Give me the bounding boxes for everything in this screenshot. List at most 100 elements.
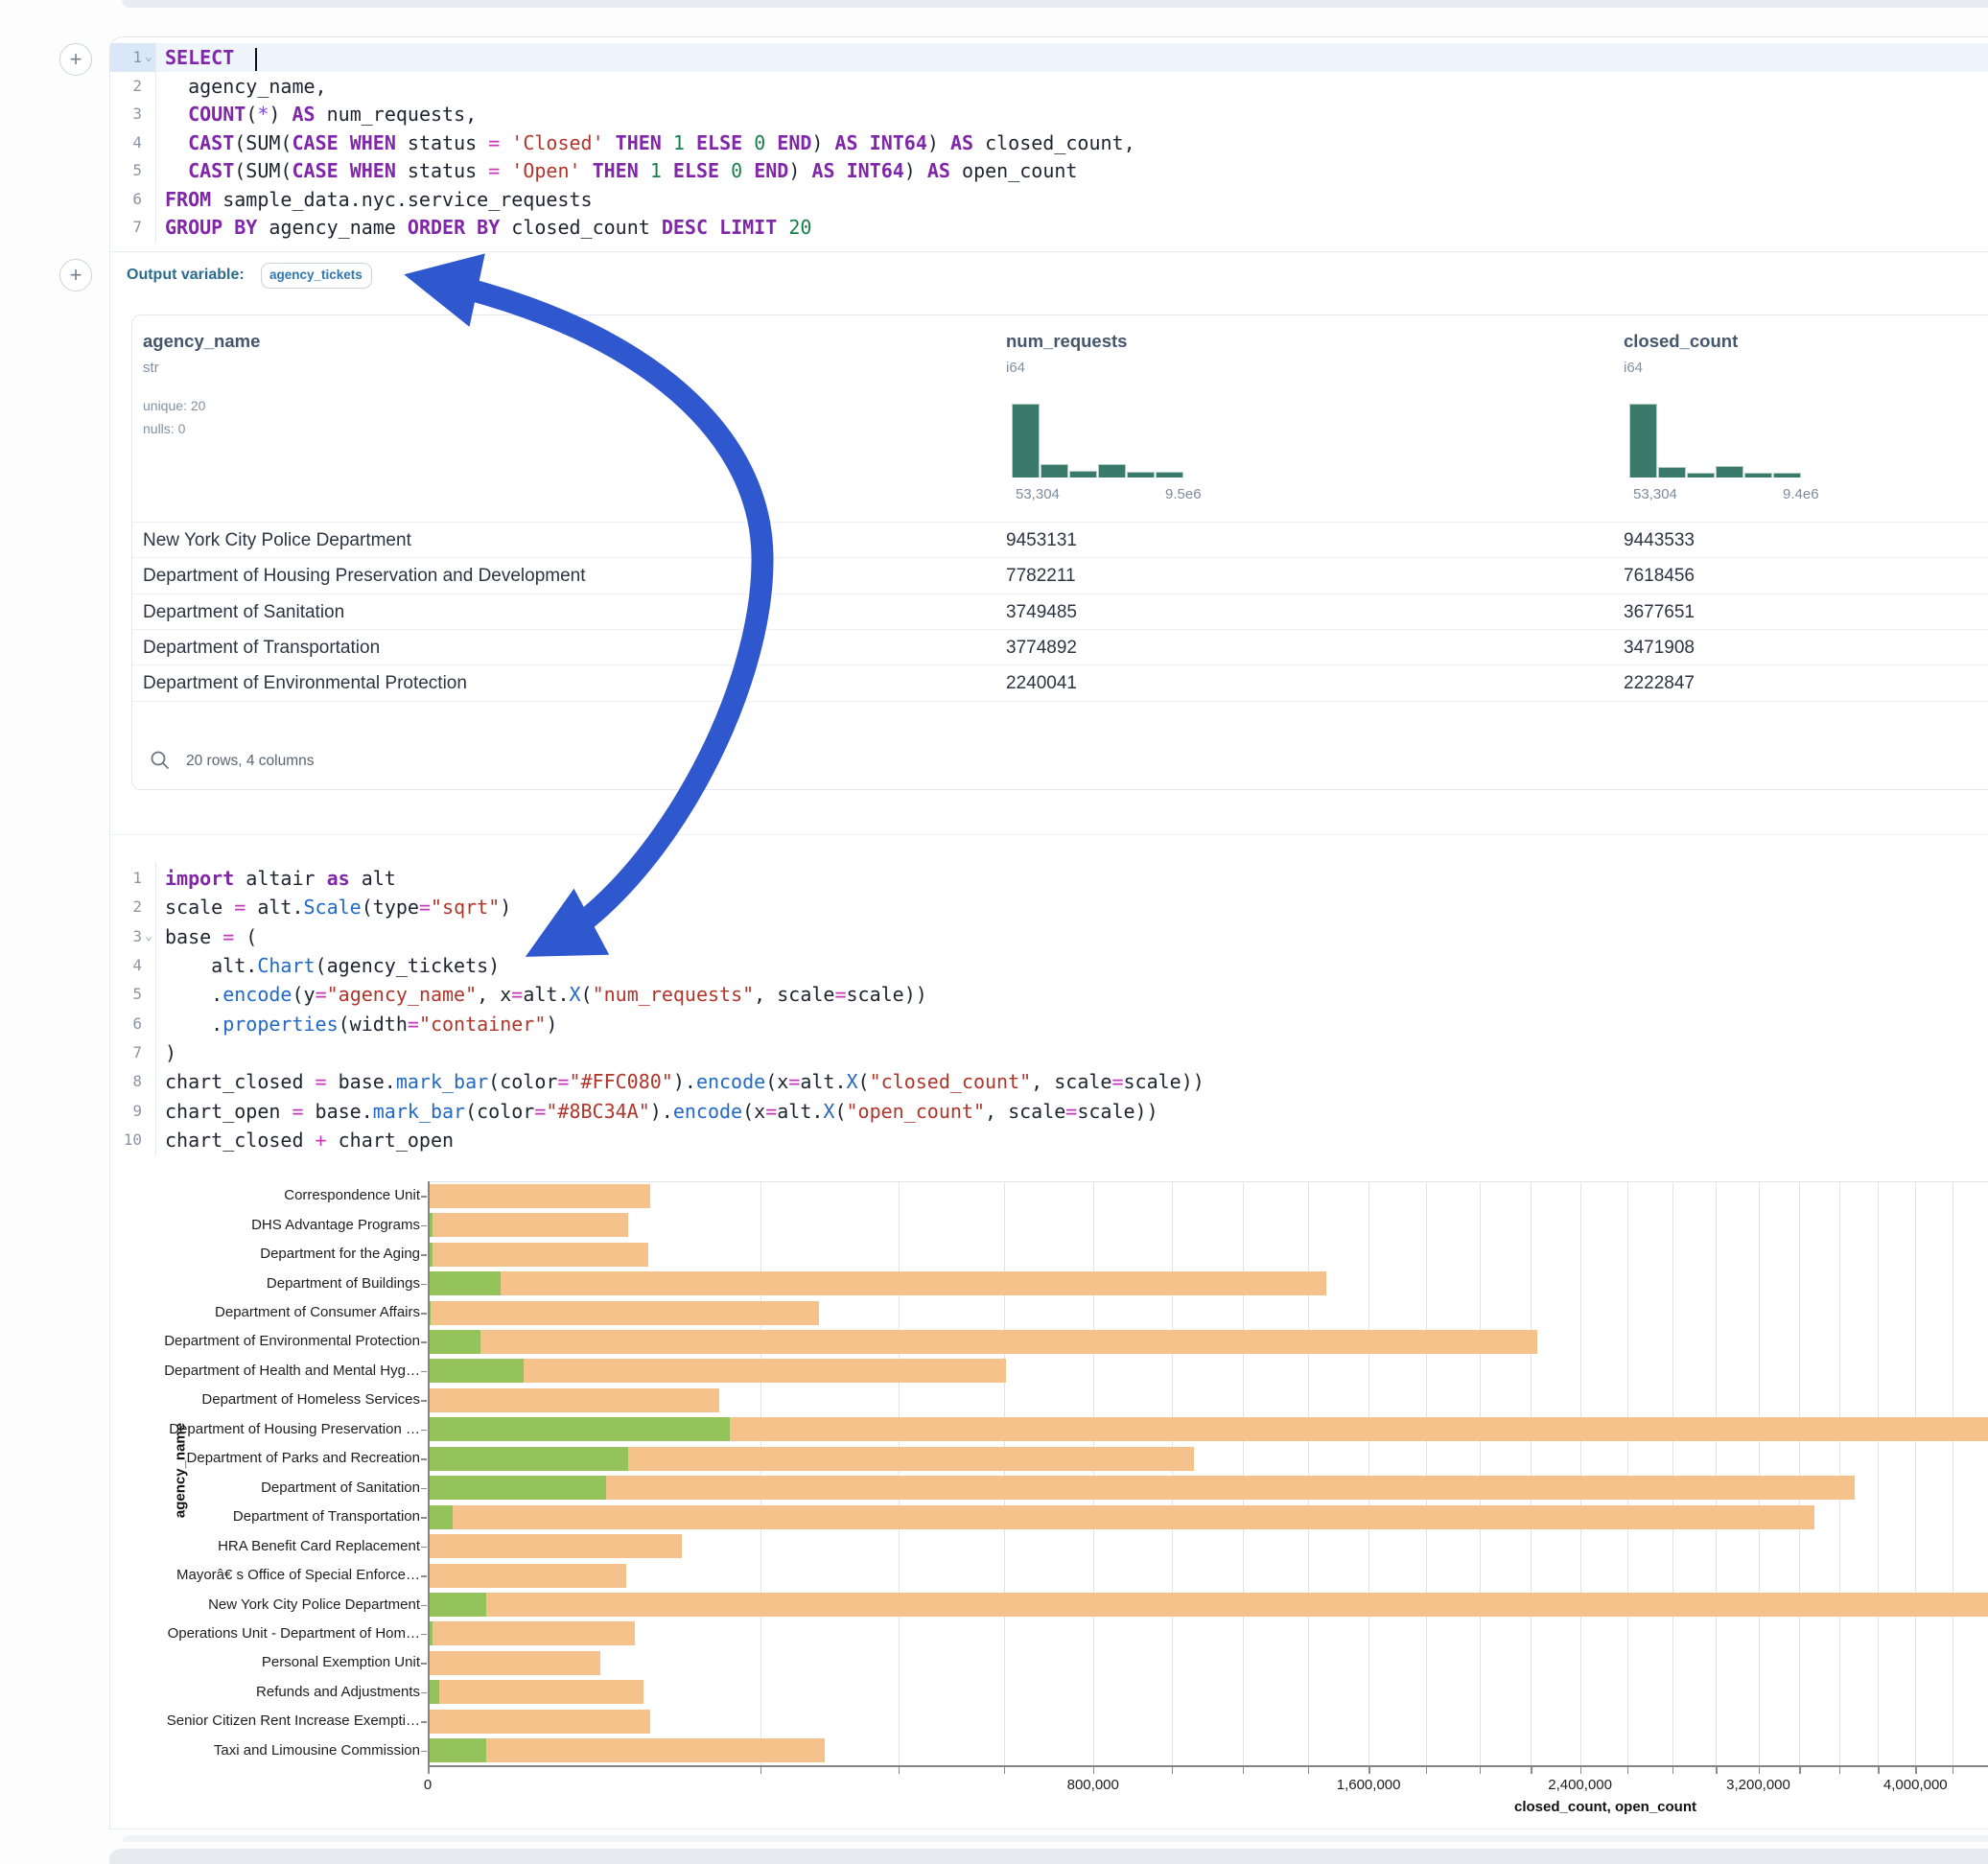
code-token: = <box>1111 1070 1123 1093</box>
code-text: scale = alt.Scale(type="sqrt") <box>165 893 511 921</box>
code-line[interactable]: 2scale = alt.Scale(type="sqrt") <box>110 893 1988 921</box>
code-text: agency_name, <box>165 72 327 101</box>
bar-closed <box>429 1330 1537 1354</box>
code-token: "container" <box>419 1013 546 1036</box>
code-token: chart_open <box>165 1100 292 1123</box>
collapse-caret-icon[interactable]: ⌄ <box>145 43 152 72</box>
notebook-page: + + Output variable: agency_tickets 20 r… <box>0 0 1988 1864</box>
gridline <box>1716 1181 1717 1765</box>
code-token <box>604 131 616 154</box>
code-line[interactable]: 1⌄SELECT <box>110 43 1988 72</box>
code-token: chart_closed <box>165 1070 316 1093</box>
code-token <box>685 131 696 154</box>
category-label: Taxi and Limousine Commission <box>0 1742 420 1759</box>
x-tick <box>760 1767 762 1774</box>
table-cell: 9443533 <box>1624 523 1695 558</box>
column-type: i64 <box>1624 360 1643 376</box>
code-token: (color <box>488 1070 557 1093</box>
add-cell-button-output[interactable]: + <box>59 259 92 291</box>
histogram-bar <box>1012 404 1040 478</box>
code-line[interactable]: 7) <box>110 1038 1988 1067</box>
code-text: CAST(SUM(CASE WHEN status = 'Closed' THE… <box>165 128 1135 157</box>
line-number: 6 <box>112 1010 142 1038</box>
code-token: "sqrt" <box>431 896 500 919</box>
add-cell-button-top[interactable]: + <box>59 43 92 76</box>
code-token: = <box>316 983 327 1006</box>
code-token: encode <box>696 1070 765 1093</box>
code-line[interactable]: 5 CAST(SUM(CASE WHEN status = 'Open' THE… <box>110 156 1988 185</box>
code-line[interactable]: 5 .encode(y="agency_name", x=alt.X("num_… <box>110 980 1988 1009</box>
y-tick <box>421 1663 427 1665</box>
code-token: + <box>316 1129 327 1152</box>
code-token <box>500 131 511 154</box>
output-variable-pill[interactable]: agency_tickets <box>261 263 372 289</box>
gridline <box>1004 1181 1005 1765</box>
code-token: ( <box>834 1100 846 1123</box>
code-line[interactable]: 3⌄base = ( <box>110 922 1988 951</box>
code-token: "agency_name" <box>327 983 478 1006</box>
code-token <box>858 131 870 154</box>
bar-open <box>429 1476 606 1500</box>
histogram-bar <box>1773 473 1801 478</box>
line-number: 3 <box>112 100 142 128</box>
column-name: closed_count <box>1624 331 1738 352</box>
code-token: AS <box>927 159 950 182</box>
table-row: Department of Housing Preservation and D… <box>132 557 1988 594</box>
code-line[interactable]: 4 CAST(SUM(CASE WHEN status = 'Closed' T… <box>110 128 1988 157</box>
code-token: alt. <box>246 896 303 919</box>
y-tick <box>421 1371 427 1373</box>
code-line[interactable]: 1import altair as alt <box>110 864 1988 893</box>
code-token: ) <box>165 1041 176 1064</box>
code-line[interactable]: 3 COUNT(*) AS num_requests, <box>110 100 1988 128</box>
gridline <box>899 1181 900 1765</box>
line-number: 5 <box>112 156 142 185</box>
column-histogram <box>1012 404 1184 478</box>
histogram-bar <box>1629 404 1657 478</box>
code-line[interactable]: 8chart_closed = base.mark_bar(color="#FF… <box>110 1067 1988 1096</box>
code-token <box>639 159 650 182</box>
table-bottom-border <box>132 701 1988 702</box>
code-token: = <box>419 896 431 919</box>
bar-closed <box>429 1564 626 1588</box>
collapse-caret-icon[interactable]: ⌄ <box>145 922 152 951</box>
code-token: scale)) <box>1077 1100 1158 1123</box>
code-token: "num_requests" <box>593 983 755 1006</box>
gridline <box>1172 1181 1173 1765</box>
code-line[interactable]: 6FROM sample_data.nyc.service_requests <box>110 185 1988 214</box>
code-token: CAST <box>188 159 234 182</box>
code-token: altair <box>234 867 326 890</box>
code-token: = <box>488 131 500 154</box>
histogram-bar <box>1716 466 1743 478</box>
code-line[interactable]: 4 alt.Chart(agency_tickets) <box>110 951 1988 980</box>
code-line[interactable]: 9chart_open = base.mark_bar(color="#8BC3… <box>110 1097 1988 1126</box>
code-token: scale)) <box>847 983 927 1006</box>
bar-open <box>429 1213 433 1237</box>
code-line[interactable]: 7GROUP BY agency_name ORDER BY closed_co… <box>110 213 1988 242</box>
code-line[interactable]: 2 agency_name, <box>110 72 1988 101</box>
code-token: mark_bar <box>373 1100 465 1123</box>
bar-closed <box>429 1388 719 1412</box>
code-token: X <box>847 1070 858 1093</box>
bar-closed <box>429 1184 650 1208</box>
code-token: (agency_tickets) <box>316 954 501 977</box>
column-histogram <box>1629 404 1802 478</box>
code-token: encode <box>673 1100 742 1123</box>
search-icon[interactable] <box>150 750 171 771</box>
bar-closed <box>429 1651 600 1675</box>
category-label: Operations Unit - Department of Hom… <box>0 1625 420 1643</box>
code-token: AS <box>811 159 834 182</box>
code-token: base. <box>304 1100 373 1123</box>
code-token <box>662 159 673 182</box>
gridline <box>1839 1181 1840 1765</box>
category-label: Department for the Aging <box>0 1246 420 1263</box>
code-token: . <box>165 1013 222 1036</box>
table-cell: Department of Transportation <box>143 630 380 665</box>
code-token: = <box>788 1070 800 1093</box>
y-tick <box>421 1721 427 1723</box>
line-number: 8 <box>112 1067 142 1096</box>
code-token: ( <box>234 925 257 948</box>
code-line[interactable]: 10chart_closed + chart_open <box>110 1126 1988 1154</box>
code-token: = <box>1065 1100 1077 1123</box>
code-line[interactable]: 6 .properties(width="container") <box>110 1010 1988 1038</box>
line-number: 7 <box>112 1038 142 1067</box>
